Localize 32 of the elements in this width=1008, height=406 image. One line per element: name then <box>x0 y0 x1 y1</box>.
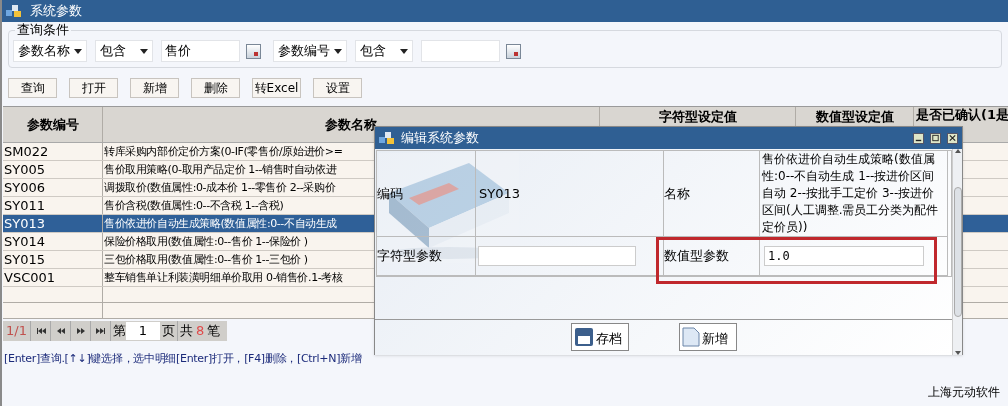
pager-label: 页 <box>162 321 178 341</box>
field-label: 名称 <box>664 184 690 203</box>
table-cell: SY014 <box>3 233 103 250</box>
window-title: 系统参数 <box>30 2 82 21</box>
table-cell: SY006 <box>3 179 103 196</box>
table-cell: 整车销售单让利装潢明细单价取用 0-销售价.1-考核 <box>104 271 343 284</box>
table-cell: SY005 <box>3 161 103 178</box>
table-cell: 售价含税(数值属性:0--不含税 1--含税) <box>104 199 284 212</box>
table-cell: SY011 <box>3 197 103 214</box>
pager-label: 笔 <box>207 322 221 341</box>
field-value: SY013 <box>479 184 520 203</box>
company-name: 上海元动软件 <box>928 384 1000 401</box>
table-cell: VSC001 <box>3 269 103 286</box>
table-cell: 售价依进价自动生成策略(数值属性:0--不自动生成 <box>104 217 337 230</box>
table-cell: 保险价格取用(数值属性:0--售价 1--保险价 ) <box>104 235 308 248</box>
shortcut-hint: [Enter]查询.[↑↓]键选择，选中明细[Enter]打开，[F4]删除，[Ctrl+N]新增 <box>4 351 362 367</box>
field-label: 数值型参数 <box>664 247 729 266</box>
field-label: 字符型参数 <box>377 247 442 266</box>
table-cell: 调拨取价(数值属性:0-成本价 1--零售价 2--采购价 <box>104 181 336 194</box>
field-label: 编码 <box>377 184 403 203</box>
record-count: 8 <box>196 322 205 341</box>
pager-label: 第 <box>113 322 126 341</box>
table-cell: 三包价格取用(数值属性:0--售价 1--三包价 ) <box>104 253 308 266</box>
table-cell: 转库采购内部价定价方案(0-IF(零售价/原始进价>= <box>104 145 343 158</box>
pager-label: 共 <box>180 322 193 341</box>
table-cell: 售价取用策略(0-取用产品定价 1--销售时自动依进 <box>104 163 337 176</box>
table-cell: SY015 <box>3 251 103 268</box>
table-cell: SM022 <box>3 143 103 160</box>
page-position: 1/1 <box>3 321 31 341</box>
field-value: 售价依进价自动生成策略(数值属性:0--不自动生成 1--按进价区间自动 2--按批手工定价 3--按进价区间(人工调整.需员工分类为配件定价员)) <box>762 151 940 236</box>
group-legend: 查询条件 <box>15 22 71 38</box>
table-cell: SY013 <box>3 215 103 232</box>
